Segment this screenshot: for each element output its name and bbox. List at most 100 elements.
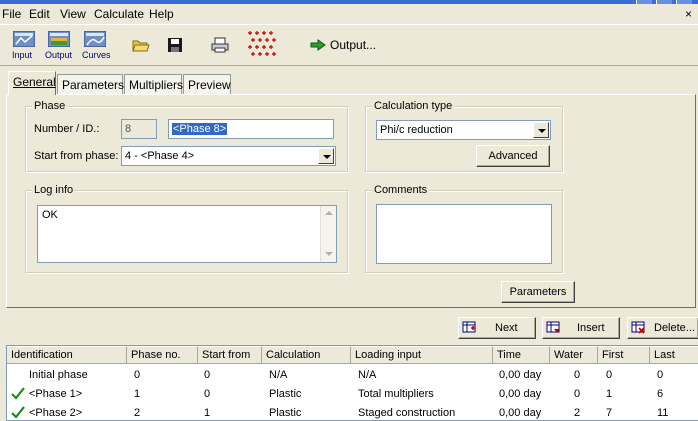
tab-multipliers-label: Multipliers: [129, 78, 184, 92]
scroll-down-icon[interactable]: [321, 247, 336, 262]
menu-file[interactable]: File: [2, 7, 21, 21]
calculation-type-select[interactable]: Phi/c reduction: [376, 120, 551, 140]
menu-calculate[interactable]: Calculate: [94, 7, 144, 21]
calculation-type-title: Calculation type: [372, 100, 455, 112]
menu-edit[interactable]: Edit: [29, 7, 50, 21]
scroll-up-icon[interactable]: [321, 206, 336, 221]
delete-button-label: Delete...: [654, 322, 695, 334]
tab-multipliers[interactable]: Multipliers: [124, 74, 184, 94]
cell-calculation: Plastic: [269, 407, 302, 419]
cell-loading-input: N/A: [358, 369, 377, 381]
cell-time: 0,00 day: [499, 388, 542, 400]
col-header-first[interactable]: First: [598, 346, 650, 364]
log-info-title: Log info: [32, 184, 76, 196]
next-phase-icon: [462, 321, 476, 333]
start-phase-select[interactable]: 4 - <Phase 4>: [121, 146, 336, 166]
printer-icon: [211, 37, 229, 53]
delete-button[interactable]: Delete...: [627, 317, 698, 339]
phase-id-input[interactable]: <Phase 8>: [168, 119, 334, 139]
check-icon: [11, 406, 25, 419]
parameters-button-label: Parameters: [509, 286, 567, 298]
output-button-label: Output...: [330, 38, 377, 52]
log-info-text: OK: [42, 209, 58, 221]
phase-group-title: Phase: [32, 100, 68, 112]
menu-help[interactable]: Help: [149, 7, 174, 21]
cell-water: 2: [574, 407, 581, 419]
cell-start-from: 0: [204, 388, 211, 400]
col-header-time[interactable]: Time: [493, 346, 550, 364]
cell-phase-no: 0: [134, 369, 141, 381]
curves-label: Curves: [82, 50, 111, 60]
cell-identification: <Phase 1>: [29, 388, 83, 400]
phase-number-value: 8: [125, 123, 132, 135]
save-button[interactable]: [167, 37, 183, 56]
cell-last: 6: [657, 388, 664, 400]
cell-last: 0: [657, 369, 664, 381]
cell-loading-input: Staged construction: [358, 407, 456, 419]
insert-button-label: Insert: [577, 322, 605, 334]
col-header-phase-no[interactable]: Phase no.: [127, 346, 198, 364]
cell-first: 1: [606, 388, 613, 400]
input-program-button[interactable]: [12, 30, 36, 50]
table-row[interactable]: <Phase 2> 2 1 Plastic Staged constructio…: [7, 403, 698, 420]
output-program-icon: [47, 30, 71, 48]
chevron-down-icon[interactable]: [533, 122, 549, 138]
print-button[interactable]: [211, 37, 229, 56]
start-phase-value: 4 - <Phase 4>: [125, 150, 195, 162]
col-header-calculation[interactable]: Calculation: [262, 346, 351, 364]
toolbar: Input Output Curves Output...: [0, 24, 698, 66]
open-folder-button[interactable]: [132, 38, 150, 55]
input-label: Input: [12, 50, 33, 60]
open-folder-icon: [132, 40, 150, 52]
output-arrow-button[interactable]: Output...: [310, 38, 382, 54]
output-program-button[interactable]: [47, 30, 71, 50]
phase-id-value: <Phase 8>: [172, 123, 228, 135]
points-grid-icon: [248, 31, 276, 56]
cell-start-from: 1: [204, 407, 211, 419]
comments-title: Comments: [372, 184, 430, 196]
parameters-button[interactable]: Parameters: [501, 281, 575, 303]
table-row[interactable]: <Phase 1> 1 0 Plastic Total multipliers …: [7, 384, 698, 403]
log-scrollbar[interactable]: [320, 206, 336, 262]
cell-calculation: Plastic: [269, 388, 302, 400]
cell-last: 11: [657, 407, 669, 419]
cell-phase-no: 1: [134, 388, 141, 400]
curves-program-button[interactable]: [83, 30, 107, 50]
check-icon: [11, 387, 25, 400]
tab-parameters[interactable]: Parameters: [57, 74, 125, 94]
advanced-button-label: Advanced: [488, 150, 538, 162]
table-row[interactable]: Initial phase 0 0 N/A N/A 0,00 day 0 0 0: [7, 365, 698, 384]
col-header-last[interactable]: Last: [650, 346, 698, 364]
cell-time: 0,00 day: [499, 369, 542, 381]
phase-number-field: 8: [121, 119, 157, 139]
cell-water: 0: [574, 388, 581, 400]
log-info-textarea[interactable]: OK: [37, 205, 337, 263]
advanced-button[interactable]: Advanced: [476, 145, 550, 167]
insert-button[interactable]: Insert: [542, 317, 620, 339]
cell-start-from: 0: [204, 369, 211, 381]
tab-parameters-label: Parameters: [62, 78, 125, 92]
col-header-identification[interactable]: Identification: [7, 346, 127, 364]
cell-first: 7: [606, 407, 613, 419]
cell-identification: <Phase 2>: [29, 407, 83, 419]
col-header-start-from[interactable]: Start from: [198, 346, 262, 364]
start-from-phase-label: Start from phase:: [34, 150, 119, 162]
comments-textarea[interactable]: [376, 204, 552, 264]
select-points-button[interactable]: [247, 30, 279, 65]
tab-preview[interactable]: Preview: [183, 74, 231, 94]
cell-time: 0,00 day: [499, 407, 542, 419]
number-id-label: Number / ID.:: [34, 123, 100, 135]
cell-water: 0: [574, 369, 581, 381]
col-header-water[interactable]: Water: [550, 346, 598, 364]
col-header-loading-input[interactable]: Loading input: [351, 346, 493, 364]
cell-calculation: N/A: [269, 369, 288, 381]
tab-general-label: General: [13, 75, 56, 89]
chevron-down-icon[interactable]: [318, 148, 334, 164]
next-button[interactable]: Next: [458, 317, 536, 339]
cell-first: 0: [606, 369, 613, 381]
tab-general[interactable]: General: [8, 71, 56, 95]
menu-bar: File Edit View Calculate Help ×: [0, 4, 698, 24]
delete-phase-icon: [631, 321, 645, 334]
close-icon[interactable]: ×: [685, 7, 692, 21]
menu-view[interactable]: View: [60, 7, 86, 21]
